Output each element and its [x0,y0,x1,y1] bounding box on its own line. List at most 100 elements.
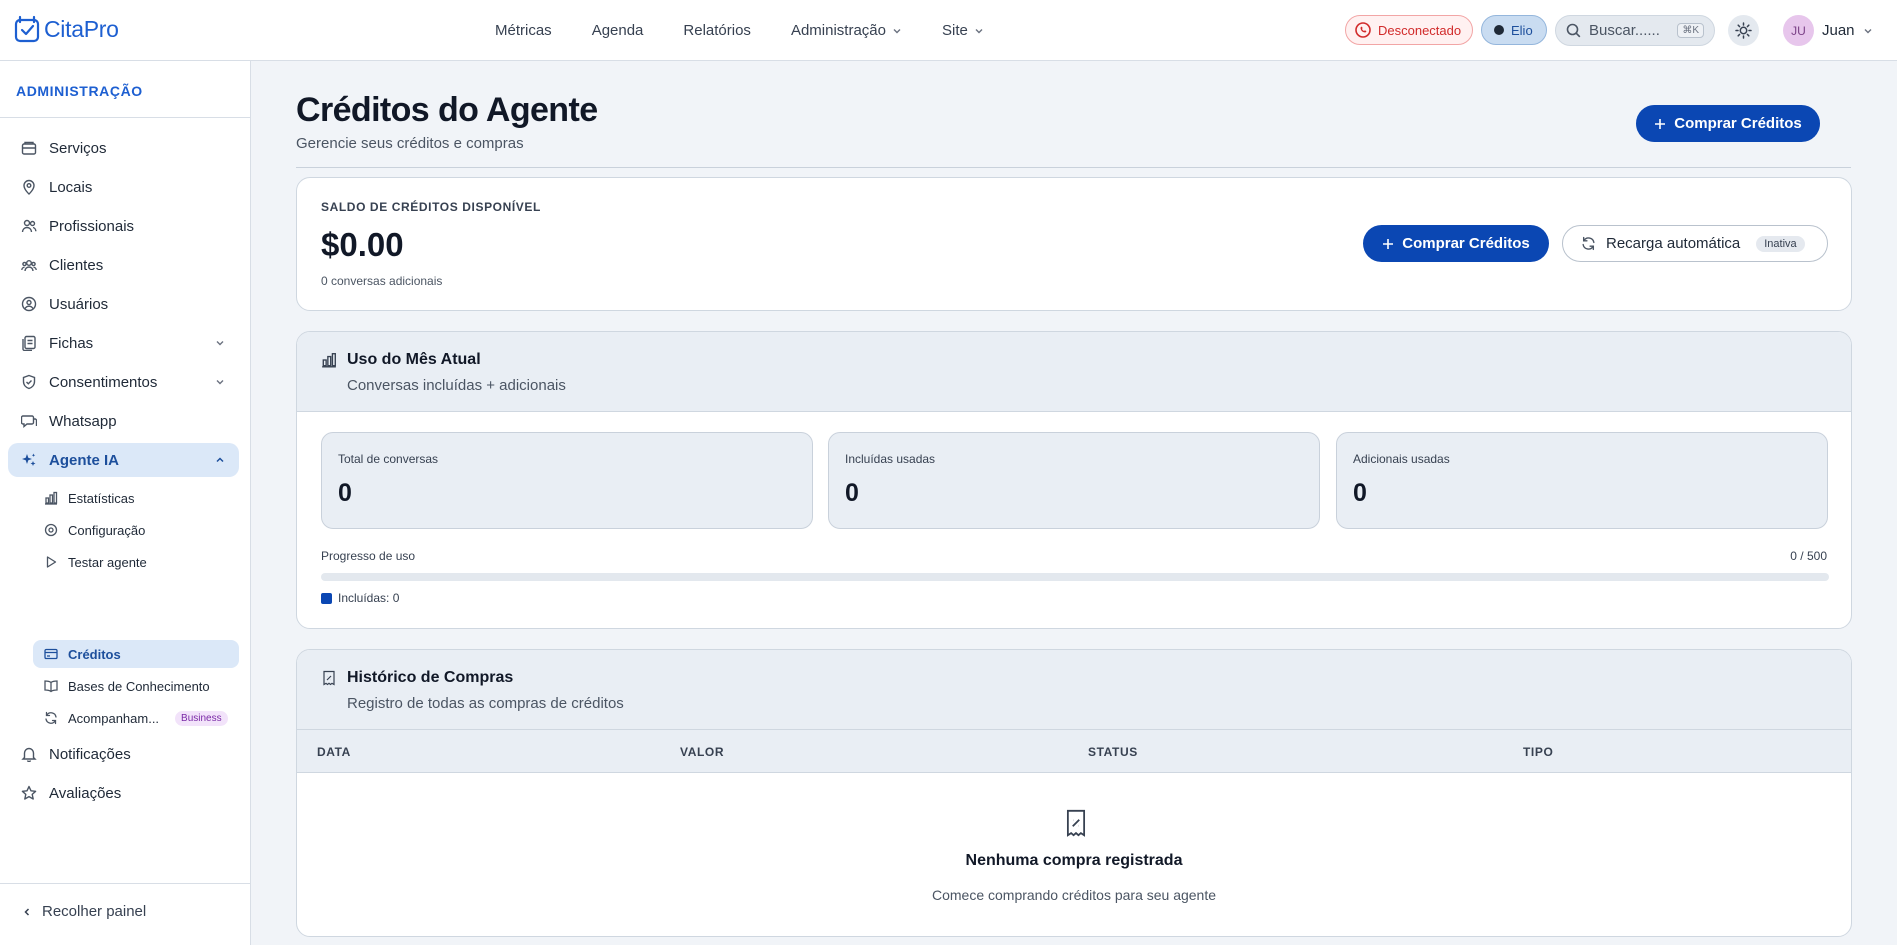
plan-badge: Business [175,710,228,726]
sidebar-item-label: Consentimentos [49,373,158,391]
usage-card: Uso do Mês Atual Conversas incluídas + a… [296,331,1852,629]
sidebar-item-profissionais[interactable]: Profissionais [8,209,239,243]
sidebar-subitem-configuracao[interactable]: Configuração [33,516,239,544]
divider [0,883,251,884]
files-icon [21,335,37,351]
page-title: Créditos do Agente [296,91,598,129]
usage-card-header: Uso do Mês Atual Conversas incluídas + a… [297,332,1851,412]
nav-administracao[interactable]: Administração [791,22,902,39]
stat-value: 0 [338,479,352,507]
nav-label: Site [941,22,968,39]
sidebar-item-label: Whatsapp [49,412,117,430]
chat-icon [21,413,37,429]
nav-agenda[interactable]: Agenda [592,22,644,39]
progress-label: Progresso de uso [321,549,416,563]
sidebar-subitem-creditos[interactable]: Créditos [33,640,239,668]
auto-recharge-button[interactable]: Recarga automática Inativa [1562,225,1828,262]
sidebar-subitem-estatisticas[interactable]: Estatísticas [33,484,239,512]
usage-subtitle: Conversas incluídas + adicionais [347,377,566,394]
sidebar-subitem-testar-agente[interactable]: Testar agente [33,548,239,576]
stat-label: Incluídas usadas [845,452,936,466]
chevron-down-icon [215,338,225,348]
stat-adicionais-usadas: Adicionais usadas 0 [1336,432,1828,529]
stat-label: Adicionais usadas [1353,452,1450,466]
stat-total-conversas: Total de conversas 0 [321,432,813,529]
avatar: JU [1783,15,1814,46]
box-icon [21,140,37,156]
bar-chart-icon [321,352,337,368]
search-icon [1566,23,1581,38]
search-box[interactable]: ⌘K [1555,15,1715,46]
chevron-down-icon [892,26,902,36]
user-name: Juan [1822,22,1855,39]
page-subtitle: Gerencie seus créditos e compras [296,135,524,152]
sidebar-item-whatsapp[interactable]: Whatsapp [8,404,239,438]
sidebar-subitem-label: Estatísticas [68,490,135,506]
top-bar: CitaPro Métricas Agenda Relatórios Admin… [0,0,1897,61]
sidebar-subitem-bases-de-conhecimento[interactable]: Bases de Conhecimento [33,672,239,700]
column-header-status[interactable]: STATUS [1088,745,1138,759]
column-header-data[interactable]: DATA [317,745,351,759]
sidebar-item-locais[interactable]: Locais [8,170,239,204]
purchase-history-card: Histórico de Compras Registro de todas a… [296,649,1852,937]
sparkles-icon [21,452,37,468]
divider [0,117,251,118]
sidebar-subitem-label: Bases de Conhecimento [68,678,210,694]
buy-credits-button[interactable]: Comprar Créditos [1636,105,1820,142]
nav-relatorios[interactable]: Relatórios [683,22,751,39]
nav-metricas[interactable]: Métricas [495,22,552,39]
sidebar-subitem-acompanhamento[interactable]: Acompanham... Business [33,704,239,732]
history-table-header: DATA VALOR STATUS TIPO [297,730,1851,773]
agent-pill[interactable]: Elio [1481,15,1547,45]
main-nav: Métricas Agenda Relatórios Administração… [495,0,1024,61]
user-menu[interactable]: JU Juan [1783,15,1873,46]
column-header-valor[interactable]: VALOR [680,745,724,759]
balance-note: 0 conversas adicionais [321,274,443,288]
plus-icon [1654,118,1666,130]
chevron-down-icon [1863,26,1873,36]
agent-pill-label: Elio [1511,22,1533,38]
chevron-down-icon [215,377,225,387]
brand-logo[interactable]: CitaPro [14,15,119,43]
stat-incluidas-usadas: Incluídas usadas 0 [828,432,1320,529]
progress-legend: Incluídas: 0 [321,591,399,605]
sidebar-item-notificacoes[interactable]: Notificações [8,737,239,771]
usage-progress-bar [321,573,1829,581]
balance-card: SALDO DE CRÉDITOS DISPONÍVEL $0.00 0 con… [296,177,1852,311]
sidebar-title: ADMINISTRAÇÃO [16,83,143,99]
buy-credits-button[interactable]: Comprar Créditos [1363,225,1549,262]
search-input[interactable] [1589,22,1679,39]
whatsapp-icon [1354,21,1372,39]
receipt-icon [321,670,337,686]
refresh-icon [1581,236,1596,251]
legend-label: Incluídas: 0 [338,591,400,605]
whatsapp-status-pill[interactable]: Desconectado [1345,15,1473,45]
receipt-icon [1063,808,1089,838]
sidebar-item-usuarios[interactable]: Usuários [8,287,239,321]
collapse-sidebar-button[interactable]: Recolher painel [22,903,146,920]
sidebar-item-avaliacoes[interactable]: Avaliações [8,776,239,810]
balance-value: $0.00 [321,226,404,263]
divider [296,167,1851,168]
users-icon [21,218,37,234]
chevron-up-icon [215,455,225,465]
button-label: Recarga automática [1606,235,1741,252]
sidebar-item-consentimentos[interactable]: Consentimentos [8,365,239,399]
nav-label: Relatórios [683,22,751,39]
collapse-label: Recolher painel [42,903,147,920]
whatsapp-status-text: Desconectado [1378,22,1462,38]
nav-site[interactable]: Site [942,22,984,39]
user-circle-icon [21,296,37,312]
sidebar-item-clientes[interactable]: Clientes [8,248,239,282]
stat-value: 0 [845,479,859,507]
empty-state-title: Nenhuma compra registrada [965,852,1183,869]
button-label: Comprar Créditos [1402,235,1530,252]
refresh-icon [44,711,58,725]
sidebar-item-servicos[interactable]: Serviços [8,131,239,165]
column-header-tipo[interactable]: TIPO [1523,745,1553,759]
sidebar-item-agente-ia[interactable]: Agente IA [8,443,239,477]
empty-state-subtitle: Comece comprando créditos para seu agent… [931,887,1217,903]
sidebar-item-label: Agente IA [49,451,120,469]
theme-toggle-button[interactable] [1728,15,1759,46]
sidebar-item-fichas[interactable]: Fichas [8,326,239,360]
